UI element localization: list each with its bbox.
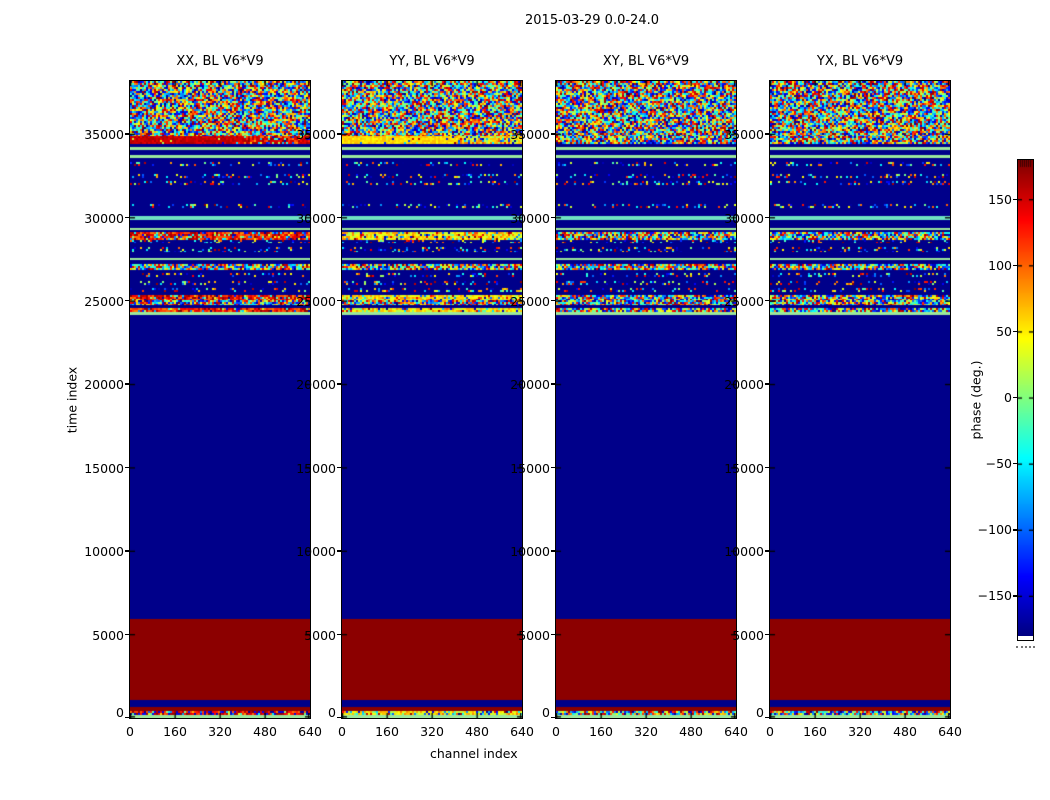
x-tick-label: 480 bbox=[893, 724, 917, 739]
heatmap-panel-xy bbox=[555, 80, 737, 719]
heatmap-canvas bbox=[342, 81, 522, 718]
tick-mark bbox=[765, 133, 770, 135]
y-tick-label: 5000 bbox=[92, 627, 124, 643]
tick-mark bbox=[125, 550, 130, 552]
tick-mark bbox=[765, 633, 770, 635]
tick-mark bbox=[765, 383, 770, 385]
x-tick-label: 0 bbox=[126, 724, 134, 739]
heatmap-panel-yy bbox=[341, 80, 523, 719]
x-tick-label: 160 bbox=[375, 724, 399, 739]
colorbar-canvas bbox=[1018, 160, 1033, 636]
phase-heatmap-figure: 2015-03-29 0.0-24.0 time index channel i… bbox=[0, 0, 1050, 800]
colorbar bbox=[1017, 159, 1034, 641]
tick-mark bbox=[337, 300, 342, 302]
tick-mark bbox=[125, 466, 130, 469]
x-tick-label: 480 bbox=[679, 724, 703, 739]
tick-mark bbox=[765, 216, 770, 219]
tick-mark bbox=[1013, 397, 1018, 399]
panel-title-yy: YY, BL V6*V9 bbox=[389, 54, 475, 69]
panel-title-xy: XY, BL V6*V9 bbox=[602, 54, 690, 69]
colorbar-tick-label: −50 bbox=[985, 456, 1012, 472]
tick-mark bbox=[765, 466, 770, 469]
tick-mark bbox=[1013, 529, 1018, 531]
heatmap-canvas bbox=[556, 81, 736, 718]
x-tick-label: 640 bbox=[938, 724, 962, 739]
x-tick-label: 160 bbox=[803, 724, 827, 739]
x-tick-label: 480 bbox=[253, 724, 277, 739]
x-tick-label: 160 bbox=[163, 724, 187, 739]
x-axis-label: channel index bbox=[430, 746, 518, 761]
tick-mark bbox=[125, 216, 130, 219]
tick-mark bbox=[337, 550, 342, 552]
tick-mark bbox=[337, 717, 342, 719]
y-tick-label: 15000 bbox=[84, 460, 124, 476]
tick-mark bbox=[1013, 463, 1018, 465]
colorbar-dotted-edge bbox=[1016, 646, 1035, 648]
tick-mark bbox=[551, 550, 556, 552]
tick-mark bbox=[551, 717, 556, 719]
x-tick-label: 320 bbox=[208, 724, 232, 739]
tick-mark bbox=[125, 717, 130, 719]
x-tick-label: 0 bbox=[338, 724, 346, 739]
tick-mark bbox=[765, 717, 770, 719]
tick-mark bbox=[551, 300, 556, 302]
tick-mark bbox=[765, 300, 770, 302]
x-tick-label: 640 bbox=[724, 724, 748, 739]
tick-mark bbox=[1013, 595, 1018, 597]
tick-mark bbox=[551, 383, 556, 385]
heatmap-canvas bbox=[130, 81, 310, 718]
colorbar-tick-label: −150 bbox=[977, 588, 1012, 604]
colorbar-label: phase (deg.) bbox=[968, 360, 984, 440]
tick-mark bbox=[125, 633, 130, 635]
x-tick-label: 320 bbox=[848, 724, 872, 739]
figure-title: 2015-03-29 0.0-24.0 bbox=[525, 13, 659, 28]
tick-mark bbox=[125, 383, 130, 385]
tick-mark bbox=[551, 466, 556, 469]
y-axis-label: time index bbox=[64, 366, 80, 434]
heatmap-panel-yx bbox=[769, 80, 951, 719]
y-tick-label: 0 bbox=[116, 705, 124, 720]
panel-title-xx: XX, BL V6*V9 bbox=[176, 54, 264, 69]
x-tick-label: 640 bbox=[298, 724, 322, 739]
tick-mark bbox=[337, 466, 342, 469]
heatmap-canvas bbox=[770, 81, 950, 718]
panel-title-yx: YX, BL V6*V9 bbox=[816, 54, 904, 69]
colorbar-tick-label: −100 bbox=[977, 522, 1012, 538]
tick-mark bbox=[765, 550, 770, 552]
x-tick-label: 640 bbox=[510, 724, 534, 739]
tick-mark bbox=[551, 216, 556, 219]
tick-mark bbox=[1013, 264, 1018, 267]
y-tick-label: 35000 bbox=[84, 127, 124, 143]
x-tick-label: 480 bbox=[465, 724, 489, 739]
y-tick-label: 25000 bbox=[84, 294, 124, 310]
tick-mark bbox=[337, 133, 342, 135]
tick-mark bbox=[1013, 330, 1018, 333]
y-tick-label: 30000 bbox=[84, 210, 124, 226]
tick-mark bbox=[337, 633, 342, 635]
tick-mark bbox=[337, 383, 342, 385]
colorbar-tick-label: 100 bbox=[988, 257, 1012, 273]
tick-mark bbox=[125, 300, 130, 302]
heatmap-panel-xx bbox=[129, 80, 311, 719]
tick-mark bbox=[551, 133, 556, 135]
x-tick-label: 0 bbox=[766, 724, 774, 739]
tick-mark bbox=[1013, 198, 1018, 200]
x-tick-label: 320 bbox=[420, 724, 444, 739]
tick-mark bbox=[337, 216, 342, 219]
colorbar-tick-label: 150 bbox=[988, 191, 1012, 207]
x-tick-label: 320 bbox=[634, 724, 658, 739]
tick-mark bbox=[125, 133, 130, 135]
y-tick-label: 10000 bbox=[84, 544, 124, 560]
tick-mark bbox=[551, 633, 556, 635]
x-tick-label: 160 bbox=[589, 724, 613, 739]
colorbar-tick-label: 50 bbox=[996, 323, 1012, 339]
x-tick-label: 0 bbox=[552, 724, 560, 739]
